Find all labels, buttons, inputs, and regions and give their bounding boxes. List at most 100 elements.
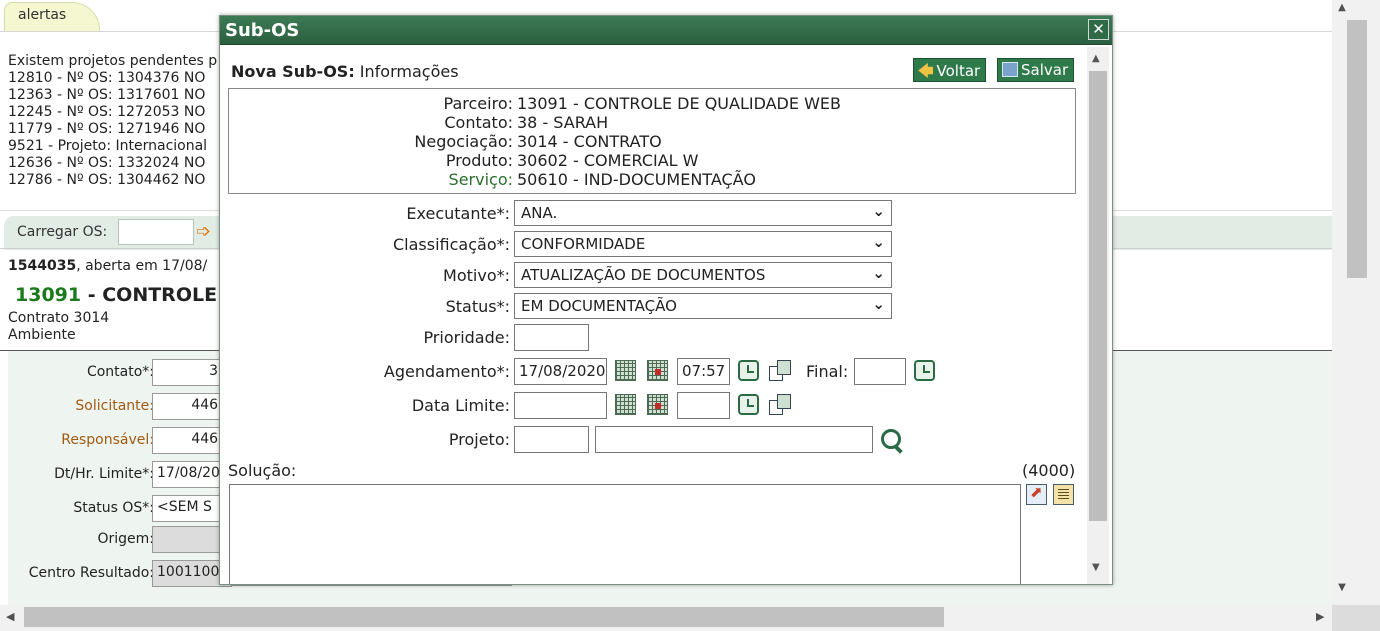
scroll-up-icon[interactable]: ▲ <box>1092 53 1100 64</box>
dialog-title: Sub-OS <box>225 20 300 41</box>
clock-icon[interactable] <box>914 360 935 381</box>
field-label: Dt/Hr. Limite*: <box>54 466 154 482</box>
info-value: 3014 - CONTRATO <box>517 132 662 151</box>
scroll-down-icon[interactable]: ▼ <box>1332 582 1352 593</box>
client-code: 13091 <box>15 284 82 306</box>
field-label[interactable]: Responsável: <box>61 432 154 448</box>
chevron-down-icon: ⌄ <box>872 233 885 251</box>
info-panel: Parceiro: 13091 - CONTROLE DE QUALIDADE W… <box>228 88 1076 194</box>
form-row-centro-resultado: Centro Resultado: 1001100 <box>8 560 232 588</box>
motivo-select[interactable]: ATUALIZAÇÃO DE DOCUMENTOS ⌄ <box>514 262 892 288</box>
chevron-down-icon: ⌄ <box>872 295 885 313</box>
alert-line[interactable]: 12245 - Nº OS: 1272053 NO <box>8 104 223 121</box>
alert-line[interactable]: 12363 - Nº OS: 1317601 NO <box>8 87 223 104</box>
prioridade-input[interactable] <box>514 324 589 351</box>
form-row-solicitante: Solicitante: 4460 <box>8 393 232 421</box>
page-horizontal-scrollbar[interactable]: ◀ ▶ <box>0 605 1332 631</box>
dialog-titlebar[interactable]: Sub-OS ✕ <box>220 16 1112 45</box>
copy-icon[interactable] <box>769 360 791 381</box>
scroll-left-icon[interactable]: ◀ <box>6 610 14 623</box>
close-icon[interactable]: ✕ <box>1088 19 1109 40</box>
row-executante: Executante*: ANA. ⌄ <box>220 200 1112 226</box>
alerts-list: Existem projetos pendentes p 12810 - Nº … <box>8 53 223 189</box>
status-select[interactable]: EM DOCUMENTAÇÃO ⌄ <box>514 293 892 319</box>
classificacao-value: CONFORMIDADE <box>521 235 646 253</box>
data-limite-label: Data Limite: <box>411 396 510 415</box>
projeto-name-input[interactable] <box>595 426 873 453</box>
dialog-scrollbar[interactable]: ▲ ▼ <box>1087 47 1109 584</box>
field-label[interactable]: Solicitante: <box>75 398 154 414</box>
clock-icon[interactable] <box>738 394 759 415</box>
final-time-input[interactable] <box>854 358 906 385</box>
alert-line[interactable]: 12786 - Nº OS: 1304462 NO <box>8 172 223 189</box>
calendar-today-icon[interactable] <box>647 360 668 381</box>
expand-icon[interactable] <box>1026 483 1047 505</box>
salvar-label: Salvar <box>1021 61 1069 79</box>
salvar-button[interactable]: Salvar <box>997 58 1074 82</box>
sub-os-dialog: Sub-OS ✕ Nova Sub-OS: Informações 🡄 Volta… <box>219 15 1113 585</box>
heading-rest: Informações <box>354 62 459 81</box>
calendar-icon[interactable] <box>615 394 636 415</box>
agendamento-date-input[interactable]: 17/08/2020 <box>514 358 607 385</box>
alert-line: Existem projetos pendentes p <box>8 53 218 69</box>
motivo-label: Motivo*: <box>443 266 510 285</box>
agendamento-time-input[interactable]: 07:57 <box>677 358 730 385</box>
page-vertical-scrollbar[interactable]: ▲ ▼ <box>1332 0 1380 605</box>
final-label: Final: <box>806 362 849 381</box>
calendar-today-icon[interactable] <box>647 394 668 415</box>
info-row-servico: Serviço: 50610 - IND-DOCUMENTAÇÃO <box>229 170 1075 189</box>
clock-icon[interactable] <box>738 360 759 381</box>
scroll-thumb[interactable] <box>1347 20 1367 278</box>
row-motivo: Motivo*: ATUALIZAÇÃO DE DOCUMENTOS ⌄ <box>220 262 1112 288</box>
calendar-icon[interactable] <box>615 360 636 381</box>
voltar-button[interactable]: 🡄 Voltar <box>913 58 986 82</box>
data-limite-time-input[interactable] <box>677 392 730 419</box>
solucao-textarea[interactable] <box>229 484 1021 584</box>
info-value: 50610 - IND-DOCUMENTAÇÃO <box>517 170 756 189</box>
info-value: 38 - SARAH <box>517 113 609 132</box>
prioridade-label: Prioridade: <box>423 328 510 347</box>
scroll-up-icon[interactable]: ▲ <box>1332 2 1352 13</box>
field-label: Origem: <box>97 531 154 547</box>
voltar-label: Voltar <box>936 62 981 80</box>
search-icon[interactable] <box>880 428 904 452</box>
form-row-responsavel: Responsável: 4460 <box>8 427 232 455</box>
carregar-os-label: Carregar OS: <box>17 224 108 240</box>
os-info-line: 1544035, aberta em 17/08/ <box>8 258 207 274</box>
copy-icon[interactable] <box>769 394 791 415</box>
field-label: Centro Resultado: <box>28 565 154 581</box>
notes-icon[interactable] <box>1053 484 1074 505</box>
executante-select[interactable]: ANA. ⌄ <box>514 200 892 226</box>
alert-line[interactable]: 11779 - Nº OS: 1271946 NO <box>8 121 223 138</box>
go-arrow-icon[interactable]: ➩ <box>196 221 211 242</box>
info-row-contato: Contato: 38 - SARAH <box>229 113 1075 132</box>
scroll-thumb[interactable] <box>24 607 944 627</box>
alert-line[interactable]: 12810 - Nº OS: 1304376 NO <box>8 70 223 87</box>
tab-alertas[interactable]: alertas <box>4 2 100 32</box>
data-limite-date-input[interactable] <box>514 392 607 419</box>
classificacao-select[interactable]: CONFORMIDADE ⌄ <box>514 231 892 257</box>
scroll-down-icon[interactable]: ▼ <box>1092 562 1100 573</box>
back-arrow-icon: 🡄 <box>918 62 934 80</box>
alert-line[interactable]: 12636 - Nº OS: 1332024 NO <box>8 155 223 172</box>
info-row-parceiro: Parceiro: 13091 - CONTROLE DE QUALIDADE W… <box>229 94 1075 113</box>
client-title: 13091 - CONTROLE <box>15 284 217 306</box>
save-disk-icon <box>1002 62 1018 77</box>
heading-bold: Nova Sub-OS: <box>231 62 355 81</box>
form-heading: Nova Sub-OS: Informações <box>231 62 459 81</box>
form-row-contato: Contato*: 38 <box>8 359 232 387</box>
row-status: Status*: EM DOCUMENTAÇÃO ⌄ <box>220 293 1112 319</box>
row-projeto: Projeto: <box>220 426 1112 453</box>
info-row-produto: Produto: 30602 - COMERCIAL W <box>229 151 1075 170</box>
carregar-os-input[interactable] <box>118 219 194 245</box>
alert-line[interactable]: 9521 - Projeto: Internacional <box>8 138 223 155</box>
info-key: Parceiro: <box>443 94 513 113</box>
row-classificacao: Classificação*: CONFORMIDADE ⌄ <box>220 231 1112 257</box>
projeto-code-input[interactable] <box>514 426 589 453</box>
classificacao-label: Classificação*: <box>393 235 510 254</box>
agendamento-label: Agendamento*: <box>383 362 510 381</box>
status-value: EM DOCUMENTAÇÃO <box>521 297 677 315</box>
scroll-right-icon[interactable]: ▶ <box>1316 610 1324 623</box>
info-key[interactable]: Serviço: <box>449 170 513 189</box>
scroll-thumb[interactable] <box>1089 71 1107 521</box>
